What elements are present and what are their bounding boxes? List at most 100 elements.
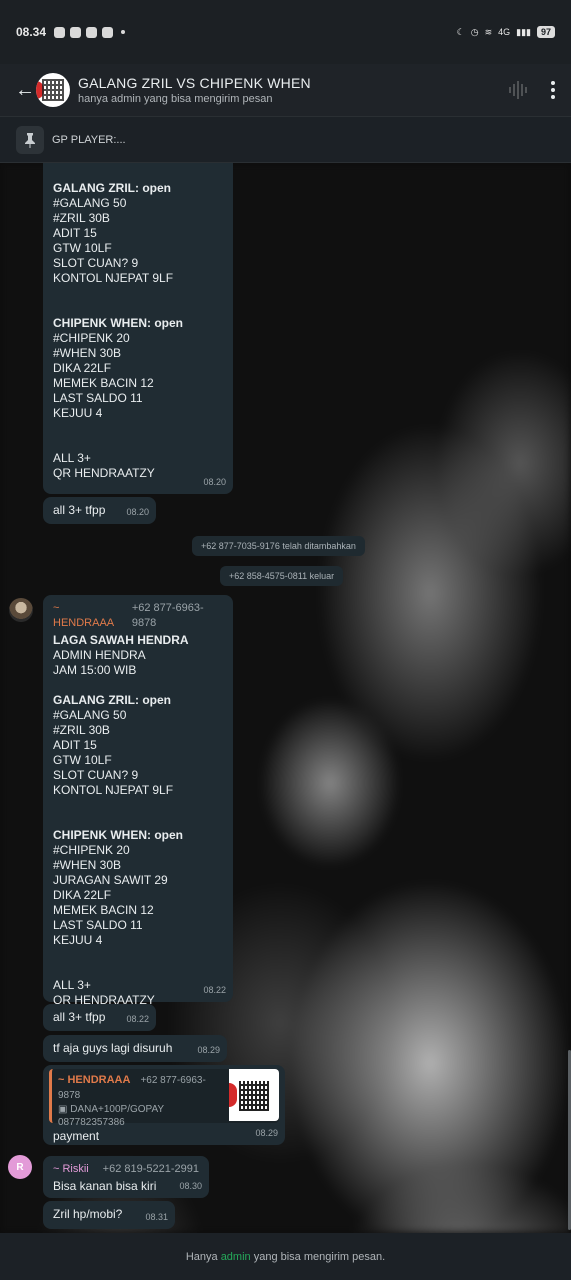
message-line	[53, 678, 223, 693]
message-bubble[interactable]: ~ HENDRAAA +62 877-6963-9878 LAGA SAWAH …	[43, 595, 233, 1007]
message-line: KEJUU 4	[53, 933, 103, 947]
sender-line: ~ Riskii +62 819-5221-2991	[53, 1162, 199, 1177]
message-text: tf aja guys lagi disuruh	[53, 1041, 173, 1055]
status-right-icons: ☾ ◷ ≋ 4G ▮▮▮ 97	[457, 26, 555, 38]
message-line: GALANG ZRIL: open	[53, 181, 171, 195]
notification-icons	[54, 26, 126, 38]
message-line: #CHIPENK 20	[53, 843, 130, 857]
message-line: JAM 15:00 WIB	[53, 663, 137, 677]
message-line: SLOT CUAN? 9	[53, 256, 139, 270]
message-time: 08.22	[203, 985, 226, 995]
message-line: #ZRIL 30B	[53, 211, 110, 225]
app-icon	[102, 26, 114, 38]
sender-name[interactable]: ~ HENDRAAA	[53, 601, 120, 631]
message-time: 08.29	[255, 1128, 278, 1138]
quoted-message[interactable]: ~ HENDRAAA +62 877-6963-9878 ▣ DANA+100P/…	[49, 1069, 279, 1128]
message-line: QR HENDRAATZY	[53, 466, 155, 480]
pinned-message-bar[interactable]: GP PLAYER:...	[0, 116, 571, 163]
message-line	[53, 166, 223, 181]
message-line: ADIT 15	[53, 226, 97, 240]
message-line: #GALANG 50	[53, 196, 127, 210]
message-line	[53, 963, 223, 978]
message-text: Bisa kanan bisa kiri	[53, 1179, 157, 1193]
header-info[interactable]: GALANG ZRIL VS CHIPENK WHEN hanya admin …	[78, 75, 311, 105]
status-time: 08.34	[16, 25, 47, 39]
image-icon: ▣	[58, 1104, 71, 1115]
message-line: JURAGAN SAWIT 29	[53, 873, 168, 887]
message-line: DIKA 22LF	[53, 888, 112, 902]
thumbnail-logo-mark	[229, 1083, 237, 1107]
battery-icon: 97	[536, 26, 555, 38]
message-bubble[interactable]: ~ Riskii +62 819-5221-2991 Bisa kanan bi…	[43, 1156, 209, 1198]
back-arrow-icon[interactable]: ←	[14, 79, 36, 101]
message-list[interactable]: JAM 15:00 WIBGALANG ZRIL: open#GALANG 50…	[0, 163, 571, 1233]
quoted-line: 087782357386	[58, 1117, 125, 1128]
message-bubble[interactable]: JAM 15:00 WIBGALANG ZRIL: open#GALANG 50…	[43, 163, 233, 494]
quoted-line: ▣ DANA+100P/GOPAY	[58, 1104, 165, 1115]
system-message: +62 877-7035-9176 telah ditambahkan	[192, 536, 365, 556]
message-line: LAGA SAWAH HENDRA	[53, 633, 189, 647]
pin-icon	[16, 125, 44, 154]
message-line	[53, 421, 223, 436]
message-bubble[interactable]: tf aja guys lagi disuruh 08.29	[43, 1035, 227, 1062]
group-title: GALANG ZRIL VS CHIPENK WHEN	[78, 75, 311, 91]
message-time: 08.31	[145, 1212, 168, 1222]
notice-accent: admin	[220, 1250, 251, 1263]
message-line: ALL 3+	[53, 451, 91, 465]
message-line: MEMEK BACIN 12	[53, 376, 154, 390]
sender-avatar[interactable]: R	[8, 1155, 32, 1179]
group-subtitle: hanya admin yang bisa mengirim pesan	[78, 93, 273, 105]
voice-chat-icon[interactable]	[509, 81, 527, 99]
message-bubble[interactable]: Zril hp/mobi? 08.31	[43, 1201, 175, 1229]
message-text: all 3+ tfpp	[53, 1010, 106, 1024]
notification-icon	[54, 26, 66, 38]
message-line: #WHEN 30B	[53, 346, 122, 360]
message-line: GTW 10LF	[53, 753, 112, 767]
sender-phone: +62 819-5221-2991	[102, 1163, 199, 1175]
quoted-message-text: ~ HENDRAAA +62 877-6963-9878 ▣ DANA+100P/…	[52, 1069, 229, 1128]
message-line: KEJUU 4	[53, 406, 103, 420]
message-line: CHIPENK WHEN: open	[53, 828, 183, 842]
message-line: LAST SALDO 11	[53, 918, 143, 932]
quoted-sender: ~ HENDRAAA +62 877-6963-9878	[58, 1074, 206, 1101]
admin-only-notice: Hanya admin yang bisa mengirim pesan.	[0, 1233, 571, 1280]
message-bubble[interactable]: ~ HENDRAAA +62 877-6963-9878 ▣ DANA+100P/…	[43, 1065, 285, 1145]
message-time: 08.20	[126, 507, 149, 517]
sender-phone: +62 877-6963-9878	[131, 602, 204, 629]
message-line: #GALANG 50	[53, 708, 127, 722]
header-actions	[509, 81, 571, 99]
network-label: 4G	[498, 27, 511, 37]
message-line	[53, 798, 223, 813]
notice-suffix: yang bisa mengirim pesan.	[250, 1250, 386, 1263]
chat-header: ← GALANG ZRIL VS CHIPENK WHEN hanya admi…	[0, 64, 571, 116]
sender-avatar[interactable]	[9, 598, 33, 622]
message-line	[53, 301, 223, 316]
message-bubble[interactable]: all 3+ tfpp 08.22	[43, 1004, 156, 1031]
message-text: payment	[53, 1129, 100, 1143]
message-line: SLOT CUAN? 9	[53, 768, 139, 782]
game-icon	[86, 26, 98, 38]
message-line: GALANG ZRIL: open	[53, 693, 171, 707]
more-options-icon[interactable]	[551, 81, 555, 99]
message-line: #ZRIL 30B	[53, 723, 110, 737]
system-message: +62 858-4575-0811 keluar	[220, 566, 344, 586]
sender-name[interactable]: ~ Riskii	[53, 1162, 89, 1177]
message-text: JAM 15:00 WIBGALANG ZRIL: open#GALANG 50…	[53, 163, 223, 481]
message-line	[53, 436, 223, 451]
message-text: Zril hp/mobi?	[53, 1207, 123, 1221]
message-line: CHIPENK WHEN: open	[53, 316, 183, 330]
signal-icon: ▮▮▮	[516, 26, 531, 37]
message-line: #CHIPENK 20	[53, 331, 130, 345]
pinned-text: GP PLAYER:...	[52, 133, 126, 146]
message-text: LAGA SAWAH HENDRA ADMIN HENDRA JAM 15:00 W…	[53, 633, 223, 1008]
message-bubble[interactable]: all 3+ tfpp 08.20	[43, 497, 156, 524]
alarm-icon	[70, 26, 82, 38]
thumbnail-qr-image	[239, 1081, 269, 1111]
message-line: GTW 10LF	[53, 241, 112, 255]
wifi-icon: ≋	[484, 26, 493, 37]
message-line: #WHEN 30B	[53, 858, 122, 872]
group-avatar[interactable]	[36, 73, 70, 107]
message-line: DIKA 22LF	[53, 361, 112, 375]
message-line: MEMEK BACIN 12	[53, 903, 154, 917]
message-time: 08.22	[126, 1014, 149, 1024]
